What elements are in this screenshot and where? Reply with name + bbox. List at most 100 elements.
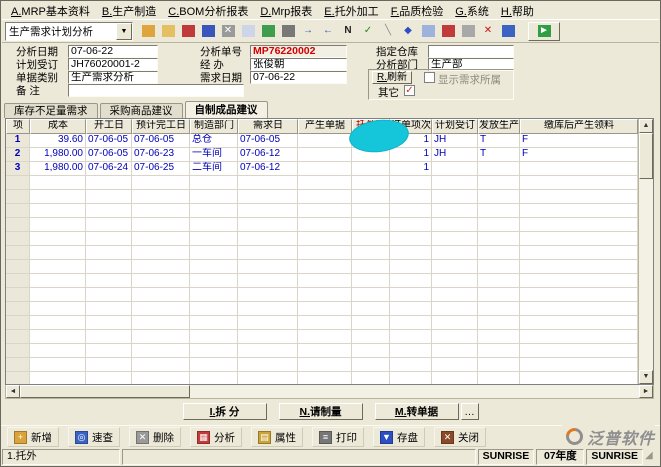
- cell[interactable]: [432, 288, 478, 302]
- column-header-10[interactable]: 发放生产: [478, 119, 520, 134]
- cell[interactable]: [86, 218, 132, 232]
- cell[interactable]: [390, 204, 432, 218]
- cell[interactable]: [30, 204, 86, 218]
- cell[interactable]: [6, 344, 30, 358]
- cell[interactable]: [30, 176, 86, 190]
- cell[interactable]: [190, 190, 238, 204]
- column-header-9[interactable]: 计划受订: [432, 119, 478, 134]
- cell[interactable]: 07-06-05: [132, 134, 190, 148]
- transfer-document-button[interactable]: M.转单据: [375, 403, 459, 420]
- cell[interactable]: [432, 204, 478, 218]
- column-header-11[interactable]: 缴库后产生领料: [520, 119, 638, 134]
- window-icon[interactable]: [498, 22, 518, 41]
- cell[interactable]: 1,980.00: [30, 148, 86, 162]
- cell[interactable]: 39.60: [30, 134, 86, 148]
- cell[interactable]: JH: [432, 148, 478, 162]
- cell[interactable]: [190, 274, 238, 288]
- cell[interactable]: [86, 302, 132, 316]
- cell[interactable]: [30, 260, 86, 274]
- cell[interactable]: [86, 274, 132, 288]
- cell[interactable]: [390, 302, 432, 316]
- cell[interactable]: [432, 316, 478, 330]
- column-header-4[interactable]: 制造部门: [190, 119, 238, 134]
- table-row[interactable]: [6, 176, 638, 190]
- column-header-3[interactable]: 预计完工日: [132, 119, 190, 134]
- menu-item-6[interactable]: G.系统: [449, 2, 495, 20]
- cell[interactable]: [298, 218, 352, 232]
- cell[interactable]: [6, 358, 30, 372]
- cell[interactable]: 3: [6, 162, 30, 176]
- table-row[interactable]: [6, 274, 638, 288]
- cell[interactable]: [238, 358, 298, 372]
- cell[interactable]: [520, 190, 638, 204]
- cell[interactable]: [86, 232, 132, 246]
- tab-0[interactable]: 库存不足量需求: [4, 103, 98, 118]
- cell[interactable]: [390, 246, 432, 260]
- show-demand-owner-checkbox[interactable]: [424, 72, 435, 83]
- cell[interactable]: 07-06-24: [86, 162, 132, 176]
- cell[interactable]: [190, 344, 238, 358]
- view-selector[interactable]: 生产需求计划分析 ▼: [5, 22, 133, 41]
- cell[interactable]: [132, 302, 190, 316]
- cell[interactable]: [132, 190, 190, 204]
- check-icon[interactable]: ✓: [358, 22, 378, 41]
- table-row[interactable]: [6, 260, 638, 274]
- cell[interactable]: [30, 190, 86, 204]
- cell[interactable]: [390, 260, 432, 274]
- cell[interactable]: [132, 344, 190, 358]
- cell[interactable]: [238, 260, 298, 274]
- cell[interactable]: [352, 330, 390, 344]
- cell[interactable]: [30, 302, 86, 316]
- cell[interactable]: [520, 204, 638, 218]
- cell[interactable]: [520, 218, 638, 232]
- menu-item-0[interactable]: A.MRP基本资料: [5, 2, 96, 20]
- cell[interactable]: [352, 162, 390, 176]
- table-row[interactable]: [6, 372, 638, 384]
- table-row[interactable]: [6, 358, 638, 372]
- cell[interactable]: 2: [6, 148, 30, 162]
- add-button[interactable]: +新增: [7, 427, 59, 447]
- table-icon[interactable]: [418, 22, 438, 41]
- cell[interactable]: [390, 372, 432, 384]
- cell[interactable]: [390, 190, 432, 204]
- menu-item-1[interactable]: B.生产制造: [96, 2, 162, 20]
- cell[interactable]: [6, 190, 30, 204]
- cell[interactable]: [86, 344, 132, 358]
- cell[interactable]: [6, 330, 30, 344]
- cell[interactable]: [478, 316, 520, 330]
- resize-grip[interactable]: ◢: [645, 449, 659, 465]
- cell[interactable]: [86, 316, 132, 330]
- cell[interactable]: [238, 246, 298, 260]
- cell[interactable]: [298, 358, 352, 372]
- cell[interactable]: [478, 302, 520, 316]
- request-quantity-button[interactable]: N.请制量: [279, 403, 363, 420]
- cell[interactable]: [190, 316, 238, 330]
- cell[interactable]: F: [520, 148, 638, 162]
- cell[interactable]: [132, 204, 190, 218]
- close-button[interactable]: ✕关闭: [434, 427, 486, 447]
- cell[interactable]: [520, 330, 638, 344]
- export-arrow-icon[interactable]: →: [298, 22, 318, 41]
- cell[interactable]: 1: [390, 162, 432, 176]
- cell[interactable]: [30, 232, 86, 246]
- cell[interactable]: [190, 204, 238, 218]
- chart-icon[interactable]: [438, 22, 458, 41]
- split-button[interactable]: I.拆 分: [183, 403, 267, 420]
- menu-item-2[interactable]: C.BOM分析报表: [162, 2, 254, 20]
- cell[interactable]: [352, 358, 390, 372]
- cell[interactable]: [190, 232, 238, 246]
- scroll-right-icon[interactable]: ►: [639, 385, 653, 398]
- cell[interactable]: 07-06-25: [132, 162, 190, 176]
- cell[interactable]: [6, 232, 30, 246]
- table-row[interactable]: [6, 316, 638, 330]
- cell[interactable]: [390, 330, 432, 344]
- column-header-1[interactable]: 成本: [30, 119, 86, 134]
- calculator-icon[interactable]: [458, 22, 478, 41]
- cell[interactable]: [190, 302, 238, 316]
- cell[interactable]: [30, 274, 86, 288]
- cell[interactable]: [298, 316, 352, 330]
- cell[interactable]: [238, 372, 298, 384]
- table-row[interactable]: [6, 302, 638, 316]
- cell[interactable]: [6, 372, 30, 384]
- cell[interactable]: [6, 274, 30, 288]
